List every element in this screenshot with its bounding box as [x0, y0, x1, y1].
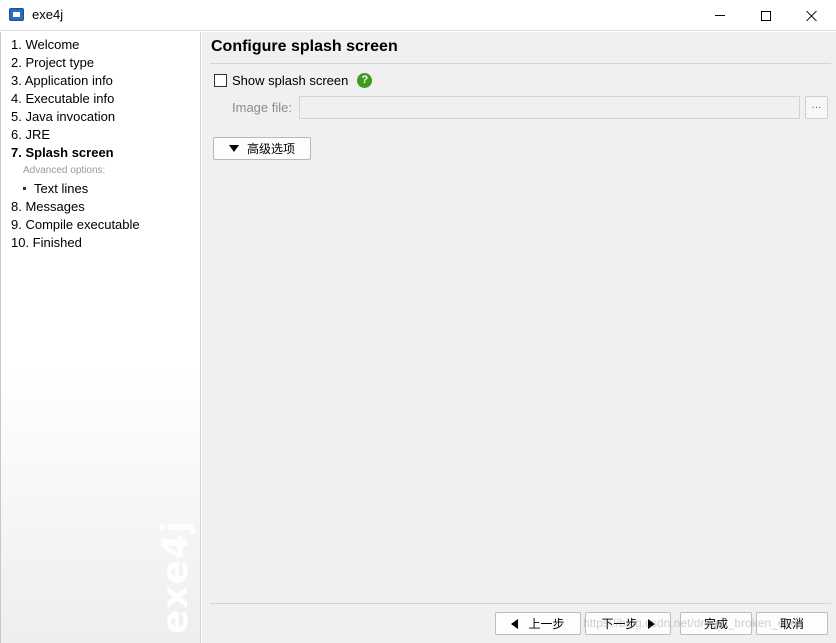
bullet-icon — [23, 186, 26, 190]
image-file-input[interactable] — [299, 96, 800, 119]
wizard-steps-sidebar: 1. Welcome 2. Project type 3. Applicatio… — [0, 32, 201, 643]
step-jre[interactable]: 6. JRE — [11, 126, 140, 144]
back-button[interactable]: 上一步 — [495, 612, 581, 635]
header-divider — [210, 63, 831, 64]
step-application-info[interactable]: 3. Application info — [11, 72, 140, 90]
back-button-label: 上一步 — [528, 617, 565, 631]
image-file-label: Image file: — [232, 100, 292, 115]
title-bar: exe4j — [0, 0, 836, 31]
step-compile-executable[interactable]: 9. Compile executable — [11, 216, 140, 234]
maximize-button[interactable] — [743, 0, 789, 31]
exe4j-watermark-logo: exe4j — [155, 519, 196, 634]
step-splash-screen[interactable]: 7. Splash screen — [11, 144, 140, 162]
window-title: exe4j — [32, 7, 64, 22]
maximize-icon — [761, 10, 771, 21]
step-welcome[interactable]: 1. Welcome — [11, 36, 140, 54]
page-title: Configure splash screen — [211, 38, 398, 55]
steps-list: 1. Welcome 2. Project type 3. Applicatio… — [11, 36, 140, 252]
show-splash-row: Show splash screen ? — [214, 71, 373, 89]
arrow-left-icon — [511, 618, 519, 629]
arrow-right-icon — [647, 618, 655, 629]
step-executable-info[interactable]: 4. Executable info — [11, 90, 140, 108]
main-panel: Configure splash screen Show splash scre… — [202, 32, 836, 643]
show-splash-checkbox[interactable] — [214, 73, 227, 87]
step-text-lines[interactable]: Text lines — [11, 180, 140, 198]
minimize-icon — [715, 15, 725, 16]
footer-divider — [210, 603, 831, 604]
cancel-button[interactable]: 取消 — [756, 612, 828, 635]
step-messages[interactable]: 8. Messages — [11, 198, 140, 216]
step-text-lines-label: Text lines — [34, 181, 89, 196]
advanced-options-label: 高级选项 — [246, 142, 295, 156]
show-splash-label[interactable]: Show splash screen — [232, 73, 348, 88]
advanced-options-header: Advanced options: — [23, 165, 106, 176]
next-button[interactable]: 下一步 — [585, 612, 671, 635]
next-button-label: 下一步 — [601, 617, 638, 631]
help-question-icon[interactable]: ? — [357, 72, 373, 88]
minimize-button[interactable] — [697, 0, 743, 31]
close-button[interactable] — [789, 0, 835, 31]
step-finished[interactable]: 10. Finished — [11, 234, 140, 252]
finish-button[interactable]: 完成 — [680, 612, 752, 635]
step-project-type[interactable]: 2. Project type — [11, 54, 140, 72]
exe4j-window-icon — [9, 8, 24, 21]
triangle-down-icon — [228, 145, 239, 152]
close-icon — [806, 10, 818, 22]
step-java-invocation[interactable]: 5. Java invocation — [11, 108, 140, 126]
browse-image-button[interactable]: ··· — [805, 96, 828, 119]
advanced-options-button[interactable]: 高级选项 — [213, 137, 311, 160]
